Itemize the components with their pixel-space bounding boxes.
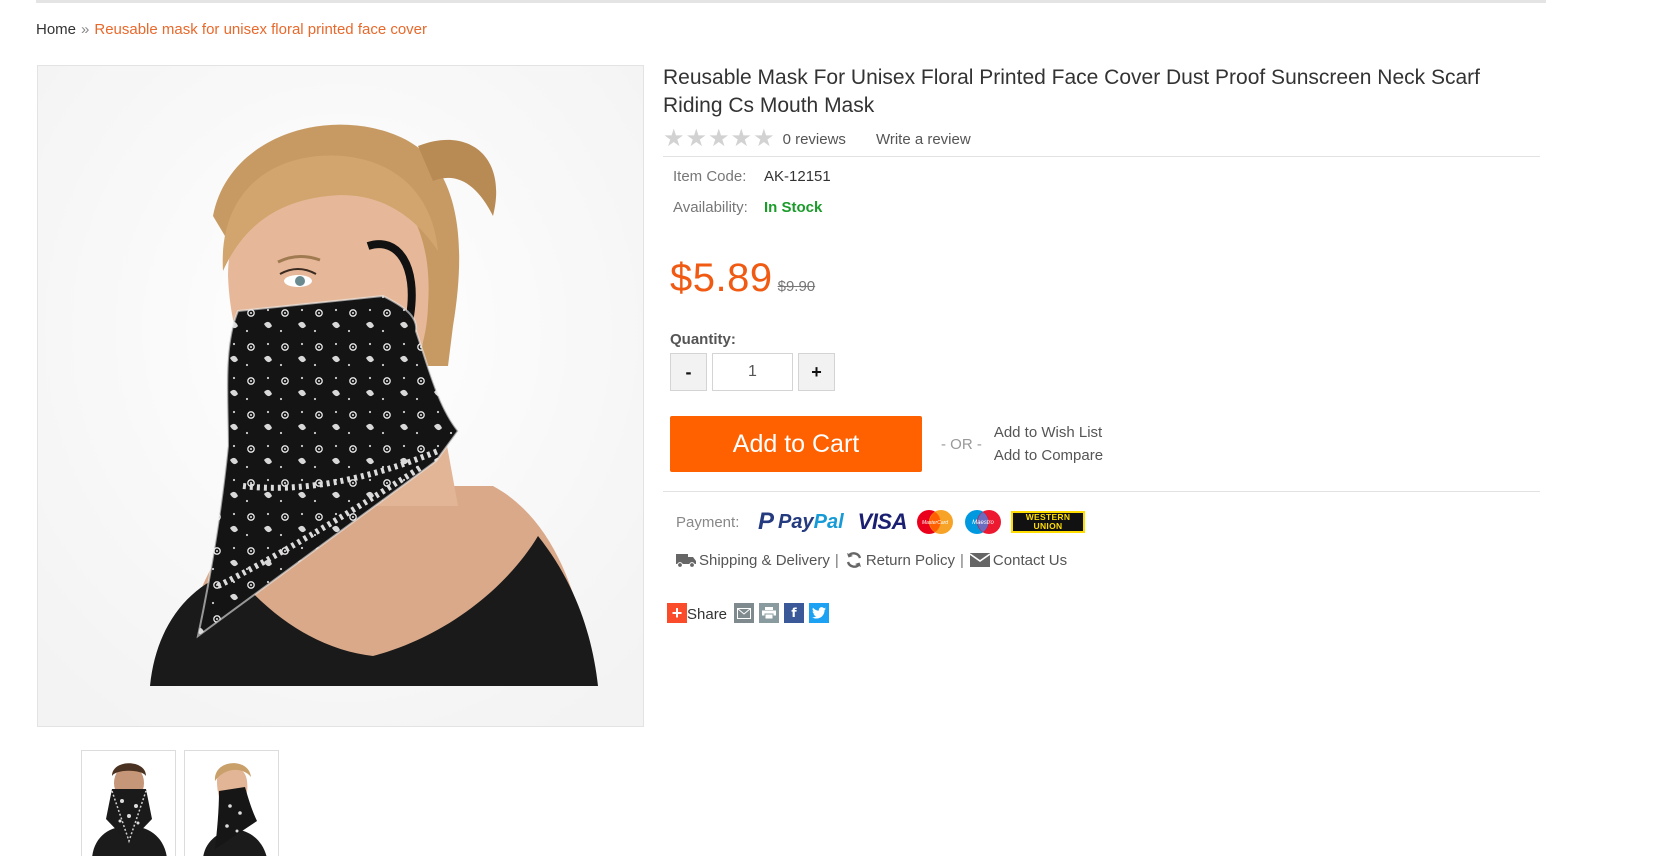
share-email-icon[interactable] (734, 603, 755, 623)
payment-label: Payment: (676, 513, 740, 531)
maestro-logo-text: Maestro (972, 520, 994, 526)
product-title: Reusable Mask For Unisex Floral Printed … (663, 66, 1480, 117)
divider (663, 491, 1540, 492)
visa-logo: VISA (857, 509, 908, 534)
truck-icon (676, 552, 696, 568)
contact-us-link[interactable]: Contact Us (993, 552, 1067, 569)
quantity-decrease-button[interactable]: - (670, 353, 707, 391)
item-code-row: Item Code: AK-12151 (673, 168, 1543, 199)
share-twitter-icon[interactable] (809, 603, 830, 623)
western-union-logo: WESTERN UNION (1011, 511, 1085, 533)
item-code-label: Item Code: (673, 168, 747, 185)
star-empty-icon: ★ (753, 125, 775, 152)
paypal-logo: P Pay Pal (758, 508, 844, 536)
quantity-stepper: - + (670, 353, 1543, 391)
western-union-line2: UNION (1033, 521, 1063, 531)
thumbnail-side-view[interactable] (184, 750, 279, 856)
rating-row: ★ ★ ★ ★ ★ 0 reviews Write a review (663, 125, 1543, 152)
return-policy-link[interactable]: Return Policy (866, 552, 955, 569)
payment-methods: Payment: P Pay Pal VISA MasterCard Maestr… (676, 508, 1543, 536)
quantity-input[interactable] (712, 353, 793, 391)
thumbnail-strip (81, 750, 279, 856)
policy-links: Shipping & Delivery | Return Policy | Co… (676, 551, 1543, 569)
star-empty-icon: ★ (663, 125, 685, 152)
availability-value: In Stock (764, 199, 823, 216)
mastercard-logo: MasterCard (917, 510, 953, 534)
availability-label: Availability: (673, 199, 748, 216)
breadcrumb: Home » Reusable mask for unisex floral pri… (36, 21, 427, 38)
star-empty-icon: ★ (708, 125, 730, 152)
breadcrumb-home-link[interactable]: Home (36, 21, 76, 38)
share-print-icon[interactable] (759, 603, 780, 623)
shipping-delivery-link[interactable]: Shipping & Delivery (699, 552, 830, 569)
main-product-image[interactable] (37, 65, 644, 727)
write-review-link[interactable]: Write a review (876, 131, 971, 148)
refresh-icon (845, 551, 863, 569)
share-facebook-icon[interactable]: f (784, 603, 805, 623)
availability-row: Availability: In Stock (673, 199, 1543, 230)
cart-actions: Add to Cart - OR - Add to Wish List Add … (670, 416, 1543, 472)
or-separator: - OR - (941, 435, 982, 453)
quantity-label: Quantity: (670, 331, 736, 348)
policy-separator: | (834, 551, 839, 569)
breadcrumb-current: Reusable mask for unisex floral printed … (94, 21, 428, 38)
paypal-p-mark: P (758, 508, 775, 535)
policy-separator: | (960, 551, 964, 569)
share-plus-icon[interactable]: + (667, 603, 687, 623)
thumbnail-side-image (185, 751, 278, 856)
divider (663, 156, 1540, 157)
product-info: Reusable Mask For Unisex Floral Printed … (663, 64, 1543, 623)
star-empty-icon: ★ (730, 125, 753, 152)
share-label[interactable]: Share (687, 606, 727, 623)
star-rating: ★ ★ ★ ★ ★ (663, 125, 775, 152)
price-row: $5.89 $9.90 (670, 256, 1543, 301)
payment-logos: P Pay Pal VISA MasterCard Maestro WESTERN… (758, 508, 1085, 536)
add-to-cart-button[interactable]: Add to Cart (670, 416, 922, 472)
current-price: $5.89 (670, 256, 773, 300)
paypal-pay-text: Pay (778, 510, 814, 533)
star-empty-icon: ★ (685, 125, 708, 152)
maestro-logo: Maestro (965, 510, 1001, 534)
breadcrumb-separator: » (81, 21, 90, 38)
item-code-value: AK-12151 (764, 168, 831, 185)
product-photo (38, 66, 643, 726)
add-to-compare-link[interactable]: Add to Compare (994, 447, 1103, 464)
old-price: $9.90 (777, 278, 816, 295)
product-meta: Item Code: AK-12151 Availability: In Sto… (673, 168, 1543, 230)
paypal-pal-text: Pal (813, 510, 844, 533)
reviews-link[interactable]: 0 reviews (783, 131, 846, 148)
quantity-increase-button[interactable]: + (798, 353, 835, 391)
thumbnail-front-view[interactable] (81, 750, 176, 856)
share-bar: + Share f (667, 603, 1543, 623)
mastercard-logo-text: MasterCard (922, 520, 948, 526)
add-to-wishlist-link[interactable]: Add to Wish List (994, 424, 1103, 441)
top-divider (36, 0, 1546, 3)
envelope-icon (969, 552, 990, 568)
secondary-actions: Add to Wish List Add to Compare (994, 424, 1103, 464)
thumbnail-front-image (82, 751, 175, 856)
